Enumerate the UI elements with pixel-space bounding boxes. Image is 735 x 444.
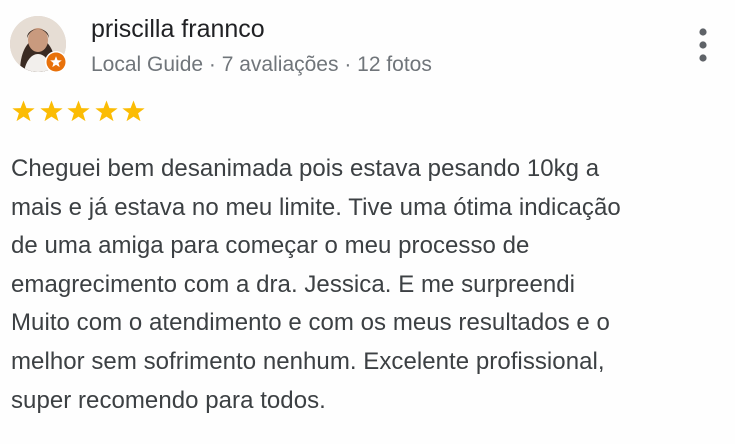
author-avatar-container[interactable] — [10, 16, 68, 74]
star-rating — [10, 98, 148, 126]
star-icon — [38, 98, 65, 125]
more-vertical-icon — [699, 28, 707, 62]
review-text: Cheguei bem desanimada pois estava pesan… — [11, 155, 621, 414]
author-meta: Local Guide · 7 avaliações · 12 fotos — [91, 53, 432, 76]
author-name[interactable]: priscilla frannco — [91, 14, 265, 44]
local-guide-badge-icon — [45, 51, 67, 73]
star-icon — [65, 98, 92, 125]
star-icon — [93, 98, 120, 125]
review-card: priscilla frannco Local Guide · 7 avalia… — [0, 0, 735, 444]
more-options-button[interactable] — [688, 24, 718, 66]
star-icon — [120, 98, 147, 125]
star-icon — [10, 98, 37, 125]
